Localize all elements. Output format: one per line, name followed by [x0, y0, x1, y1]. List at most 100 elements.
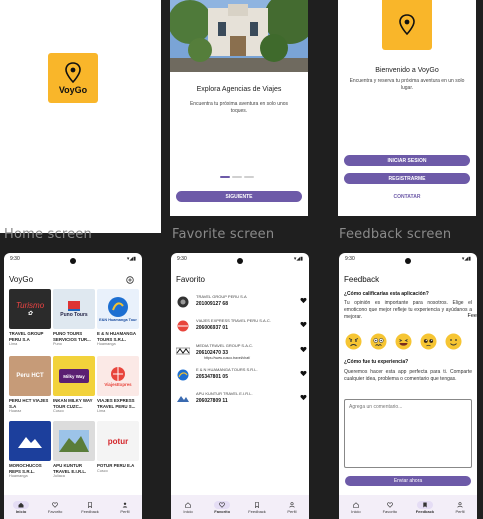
nav-home[interactable]: Inicio — [180, 501, 196, 514]
status-icons: ▾◢▮ — [293, 256, 303, 262]
agency-card[interactable]: Peru HCT PERU HCT VIAJES S.A Huaraz — [9, 356, 51, 414]
nav-favorite[interactable]: Favorito — [47, 501, 63, 514]
feedback-title: Feedback — [344, 275, 380, 284]
agency-name: PERU HCT VIAJES S.A — [9, 398, 49, 409]
smiling-face-icon[interactable] — [445, 333, 462, 350]
onboarding-description: Encuentra tu próxima aventura en solo un… — [189, 101, 289, 114]
agency-card[interactable]: Puno Tours PUNO TOURS SERVICIOS TUR... P… — [53, 289, 95, 347]
agency-name: TRAVEL GROUP PERU S.A — [9, 331, 44, 342]
angry-face-icon[interactable] — [345, 333, 362, 350]
heart-filled-icon[interactable] — [300, 394, 307, 401]
nav-feedback[interactable]: Feedback — [81, 501, 99, 514]
agency-card[interactable]: APU KUNTUR TRAVEL E.I.R.L. Juliaca — [53, 421, 95, 479]
login-button[interactable]: INICIAR SESION — [344, 155, 470, 166]
onboarding-screen: Explora Agencias de Viajes Encuentra tu … — [170, 0, 308, 216]
camera-cutout — [405, 258, 411, 264]
page-dot — [232, 176, 242, 178]
agency-name: MOROCHUCOS REPS S.R.L. — [9, 463, 42, 474]
agency-logo — [177, 320, 189, 332]
agency-logo: E&N Huamanga Tour — [97, 289, 139, 329]
nav-home[interactable]: Inicio — [13, 500, 30, 514]
location-pin-icon — [399, 14, 415, 36]
nav-favorite[interactable]: Favorito — [382, 501, 398, 514]
caption-favorite: Favorite screen — [172, 227, 275, 242]
nav-label: Feedback — [415, 508, 435, 514]
home-icon — [353, 501, 359, 508]
nav-label: Inicio — [183, 508, 193, 514]
heart-filled-icon[interactable] — [300, 321, 307, 328]
add-icon[interactable] — [126, 276, 134, 284]
favorite-item[interactable]: VIAJES EXPRESS TRAVEL PERU S.A.C. 206006… — [176, 318, 307, 340]
heart-filled-icon[interactable] — [300, 346, 307, 353]
logo-text: VoyGo — [58, 84, 88, 95]
agency-name: E & N HUAMANGA TOURS S.R.L. — [97, 331, 136, 342]
send-button[interactable]: Enviar ahora — [345, 476, 471, 486]
favorite-name: TRAVEL GROUP PERU S.A — [196, 294, 247, 299]
favorite-phone: 205347801 05 — [196, 374, 228, 380]
feedback-screen: 9:30 ▾◢▮ Feedback ¿Cómo calificarías est… — [339, 253, 477, 519]
favorite-item[interactable]: E & N HUAMANGA TOURS S.R.L. 205347801 05 — [176, 367, 307, 389]
bookmark-icon — [423, 502, 427, 507]
heart-icon — [219, 501, 225, 508]
favorite-phone: 206027809 11 — [196, 398, 228, 404]
favorite-url[interactable]: https://www.cusco.travel/chat/ — [204, 356, 250, 360]
nav-feedback[interactable]: Feedback — [248, 501, 266, 514]
heart-filled-icon[interactable] — [300, 370, 307, 377]
favorite-phone: 201009127 68 — [196, 301, 228, 307]
confused-face-icon[interactable] — [370, 333, 387, 350]
heart-filled-icon[interactable] — [300, 297, 307, 304]
agency-card[interactable]: Turismo ✿ TRAVEL GROUP PERU S.A Lima — [9, 289, 51, 347]
next-button[interactable]: SIGUIENTE — [176, 191, 302, 202]
agency-name: INKAN MILKY WAY TOUR CUZC... — [53, 398, 93, 409]
nav-favorite[interactable]: Favorito — [214, 500, 231, 514]
nav-label: Inicio — [15, 508, 27, 514]
overflow-text: Fee — [467, 313, 477, 319]
agency-name: VIAJES EXPRESS TRAVEL PERU S... — [97, 398, 136, 409]
nav-label: Perfil — [455, 508, 465, 514]
caption-home: Home screen — [4, 227, 92, 242]
agency-logo — [9, 421, 51, 461]
heart-icon — [386, 501, 393, 508]
bottom-nav: Inicio Favorito Feedback Perfil — [4, 495, 142, 519]
nav-label: Favorito — [382, 508, 398, 514]
nav-feedback[interactable]: Feedback — [415, 500, 435, 514]
nav-home[interactable]: Inicio — [348, 501, 364, 514]
nav-profile[interactable]: Perfil — [452, 501, 468, 514]
status-time: 9:30 — [10, 256, 20, 262]
pleading-face-icon[interactable] — [420, 333, 437, 350]
agency-card[interactable]: E&N Huamanga Tour E & N HUAMANGA TOURS S… — [97, 289, 139, 347]
emoji-rating — [345, 333, 462, 350]
caption-feedback: Feedback screen — [339, 227, 452, 242]
experience-question: ¿Cómo fue tu experiencia? — [344, 359, 409, 365]
globe-icon — [108, 297, 128, 317]
page-dot-active — [220, 176, 230, 178]
page-indicator — [220, 176, 254, 178]
home-screen: 9:30 ▾◢▮ VoyGo Turismo ✿ TRAVEL GROUP PE… — [4, 253, 142, 519]
home-icon — [185, 501, 191, 508]
contact-link[interactable]: CONTATAR — [338, 194, 476, 200]
comment-input[interactable] — [344, 399, 472, 468]
nav-profile[interactable]: Perfil — [117, 501, 133, 514]
globe-icon — [111, 366, 125, 381]
agency-card[interactable]: ViajesExpres VIAJES EXPRESS TRAVEL PERU … — [97, 356, 139, 414]
favorite-item[interactable]: TRAVEL GROUP PERU S.A 201009127 68 — [176, 294, 307, 316]
agency-city: Puno — [53, 342, 62, 346]
register-button[interactable]: REGISTRARME — [344, 173, 470, 184]
agency-logo — [176, 347, 190, 355]
status-time: 9:30 — [345, 256, 355, 262]
agency-logo: Turismo ✿ — [9, 289, 51, 329]
favorite-item[interactable]: MEDIA TRAVEL GROUP S.A.C. 206102470 33 h… — [176, 343, 307, 365]
favorite-item[interactable]: APU KUNTUR TRAVEL E.I.R.L. 206027809 11 — [176, 391, 307, 413]
laughing-face-icon[interactable] — [395, 333, 412, 350]
favorite-phone: 206006937 01 — [196, 325, 228, 331]
mountain-icon — [18, 437, 42, 448]
agency-city: Cusco — [97, 468, 108, 473]
agency-city: Huamanga — [97, 342, 116, 346]
home-title: VoyGo — [9, 275, 34, 284]
agency-card[interactable]: Milky Way INKAN MILKY WAY TOUR CUZC... C… — [53, 356, 95, 414]
agency-city: Huaraz — [9, 409, 22, 413]
nav-profile[interactable]: Perfil — [284, 501, 300, 514]
location-pin-icon — [65, 61, 81, 83]
agency-card[interactable]: potur POTUR PERU E.A Cusco — [97, 421, 139, 474]
agency-card[interactable]: MOROCHUCOS REPS S.R.L. Huamanga — [9, 421, 51, 479]
